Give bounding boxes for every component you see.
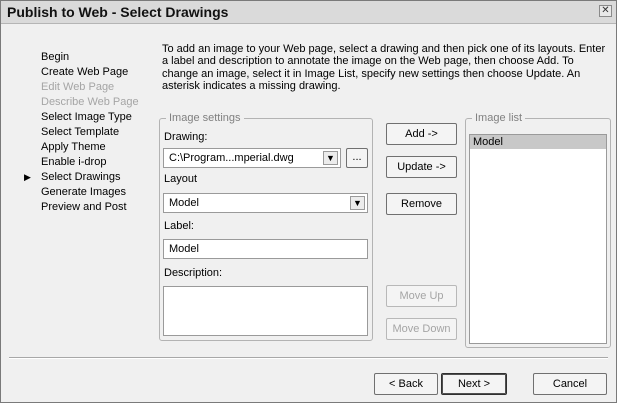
move-down-button[interactable]: Move Down	[386, 318, 457, 340]
footer-separator	[9, 357, 608, 359]
step-begin: Begin	[41, 51, 70, 63]
step-select-template: Select Template	[41, 126, 120, 138]
step-describe-web-page: Describe Web Page	[41, 96, 139, 108]
wizard-steps: Begin Create Web Page Edit Web Page Desc…	[21, 50, 161, 215]
description-textarea[interactable]	[163, 286, 368, 336]
step-enable-i-drop: Enable i-drop	[41, 156, 107, 168]
close-icon: ✕	[601, 5, 610, 16]
chevron-down-icon: ▼	[350, 196, 365, 210]
label-input[interactable]: Model	[163, 239, 368, 259]
image-settings-legend: Image settings	[166, 111, 244, 125]
step-apply-theme: Apply Theme	[41, 141, 106, 153]
drawing-label: Drawing:	[164, 131, 208, 143]
step-generate-images: Generate Images	[41, 186, 126, 198]
description-label: Description:	[164, 267, 223, 279]
title-bar: Publish to Web - Select Drawings ✕	[1, 1, 616, 24]
label-field-label: Label:	[164, 220, 194, 232]
list-item[interactable]: Model	[470, 135, 606, 149]
step-edit-web-page: Edit Web Page	[41, 81, 115, 93]
browse-drawing-button[interactable]: ...	[346, 148, 368, 168]
step-preview-and-post: Preview and Post	[41, 201, 127, 213]
update-button[interactable]: Update ->	[386, 156, 457, 178]
layout-dropdown[interactable]: Model ▼	[163, 193, 368, 213]
window-title: Publish to Web - Select Drawings	[7, 4, 229, 20]
image-list-legend: Image list	[472, 111, 526, 125]
remove-button[interactable]: Remove	[386, 193, 457, 215]
step-select-drawings: ▶ Select Drawings	[24, 171, 121, 183]
instructions-text: To add an image to your Web page, select…	[162, 43, 606, 93]
drawing-dropdown[interactable]: C:\Program...mperial.dwg ▼	[163, 148, 341, 168]
cancel-button[interactable]: Cancel	[533, 373, 607, 395]
publish-to-web-dialog: Publish to Web - Select Drawings ✕ Begin…	[0, 0, 617, 403]
next-button[interactable]: Next >	[441, 373, 507, 395]
add-button[interactable]: Add ->	[386, 123, 457, 145]
back-button[interactable]: < Back	[374, 373, 438, 395]
step-select-image-type: Select Image Type	[41, 111, 132, 123]
image-list[interactable]: Model	[469, 134, 607, 344]
layout-label: Layout	[164, 173, 198, 185]
triangle-right-icon: ▶	[24, 172, 31, 182]
move-up-button[interactable]: Move Up	[386, 285, 457, 307]
close-button[interactable]: ✕	[599, 5, 612, 17]
chevron-down-icon: ▼	[323, 151, 338, 165]
label-input-value: Model	[169, 243, 199, 255]
layout-value: Model	[169, 197, 199, 209]
step-create-web-page: Create Web Page	[41, 66, 129, 78]
drawing-value: C:\Program...mperial.dwg	[169, 152, 294, 164]
